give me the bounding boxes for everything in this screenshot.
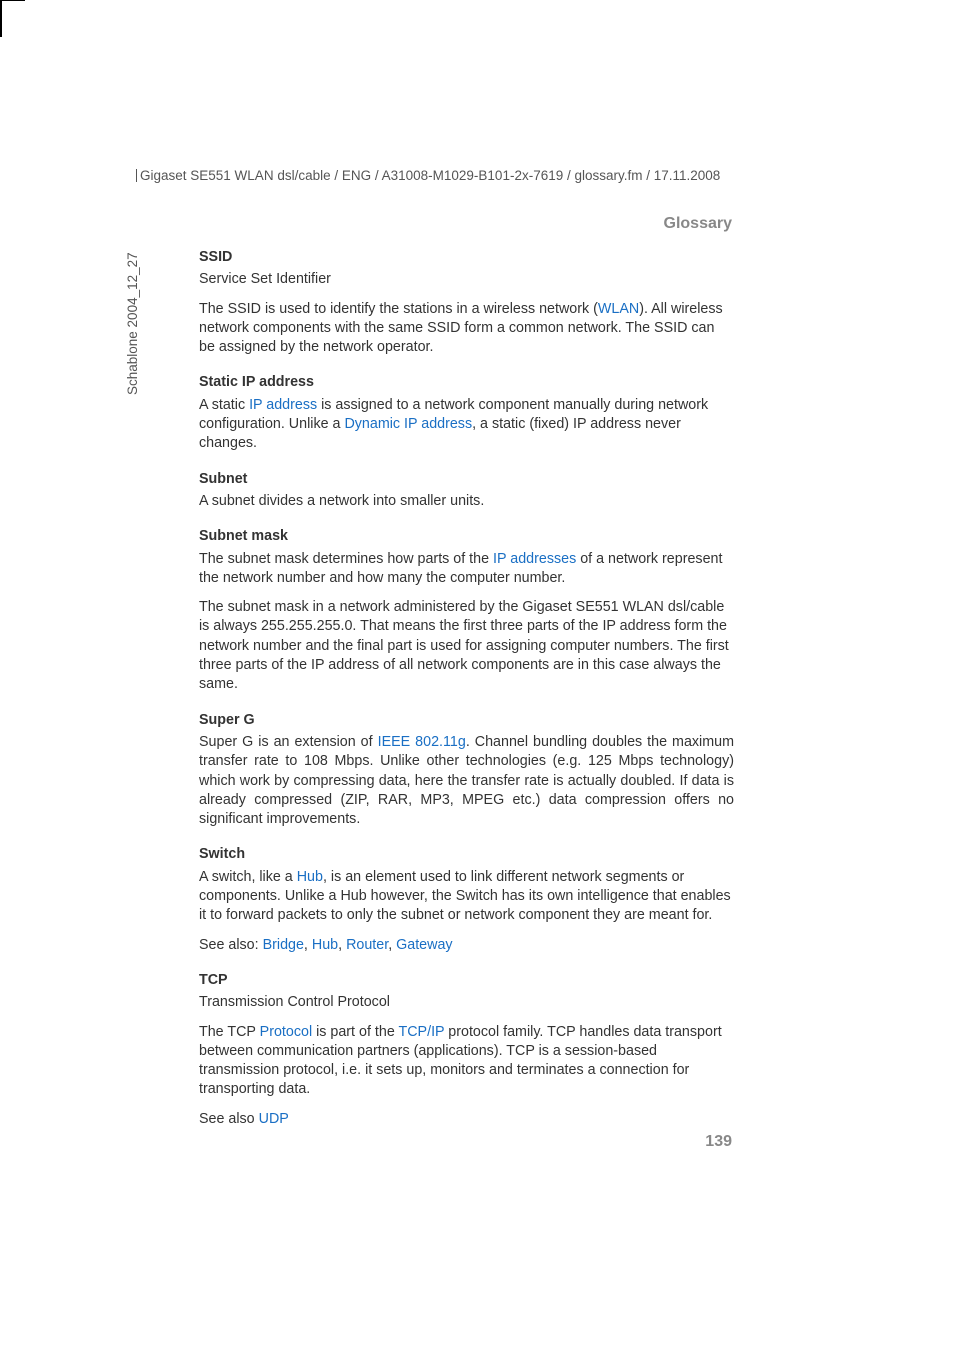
document-path: Gigaset SE551 WLAN dsl/cable / ENG / A31… xyxy=(140,168,720,183)
section-title: Glossary xyxy=(664,215,732,233)
term-subnet-mask: Subnet mask xyxy=(199,527,734,546)
link-hub[interactable]: Hub xyxy=(297,869,323,885)
term-subnet: Subnet xyxy=(199,470,734,489)
link-dynamic-ip[interactable]: Dynamic IP address xyxy=(344,416,472,432)
link-hub-2[interactable]: Hub xyxy=(312,937,338,953)
subnet-mask-body1: The subnet mask determines how parts of … xyxy=(199,550,734,589)
term-ssid: SSID xyxy=(199,248,734,267)
text: See also xyxy=(199,1111,259,1127)
text: , xyxy=(304,937,312,953)
link-udp[interactable]: UDP xyxy=(259,1111,289,1127)
ssid-subtitle: Service Set Identifier xyxy=(199,270,734,289)
switch-seealso: See also: Bridge, Hub, Router, Gateway xyxy=(199,936,734,955)
tcp-seealso: See also UDP xyxy=(199,1110,734,1129)
text: , xyxy=(388,937,396,953)
term-switch: Switch xyxy=(199,845,734,864)
link-bridge[interactable]: Bridge xyxy=(263,937,304,953)
text: is part of the xyxy=(312,1024,398,1040)
template-stamp: Schablone 2004_12_27 xyxy=(125,252,140,395)
text: A static xyxy=(199,397,249,413)
tcp-subtitle: Transmission Control Protocol xyxy=(199,993,734,1012)
static-ip-body: A static IP address is assigned to a net… xyxy=(199,396,734,454)
ssid-body: The SSID is used to identify the station… xyxy=(199,300,734,358)
tcp-body: The TCP Protocol is part of the TCP/IP p… xyxy=(199,1023,734,1100)
glossary-content: SSID Service Set Identifier The SSID is … xyxy=(199,248,734,1129)
super-g-body: Super G is an extension of IEEE 802.11g.… xyxy=(199,733,734,829)
crop-mark xyxy=(0,0,25,1)
term-static-ip: Static IP address xyxy=(199,373,734,392)
link-ip-address[interactable]: IP address xyxy=(249,397,317,413)
crop-mark xyxy=(0,25,2,37)
page-number: 139 xyxy=(705,1133,732,1151)
text: A switch, like a xyxy=(199,869,297,885)
subnet-mask-body2: The subnet mask in a network administere… xyxy=(199,598,734,694)
term-tcp: TCP xyxy=(199,971,734,990)
link-tcpip[interactable]: TCP/IP xyxy=(399,1024,445,1040)
term-super-g: Super G xyxy=(199,711,734,730)
text: Super G is an extension of xyxy=(199,734,378,750)
link-protocol[interactable]: Protocol xyxy=(260,1024,312,1040)
subnet-body: A subnet divides a network into smaller … xyxy=(199,492,734,511)
text: See also: xyxy=(199,937,263,953)
link-router[interactable]: Router xyxy=(346,937,388,953)
crop-mark xyxy=(0,13,2,25)
crop-mark xyxy=(0,1,2,13)
text: The TCP xyxy=(199,1024,260,1040)
link-ieee-80211g[interactable]: IEEE 802.11g xyxy=(378,734,466,750)
text: , xyxy=(338,937,346,953)
link-gateway[interactable]: Gateway xyxy=(396,937,452,953)
text: The SSID is used to identify the station… xyxy=(199,301,598,317)
link-wlan[interactable]: WLAN xyxy=(598,301,639,317)
switch-body: A switch, like a Hub, is an element used… xyxy=(199,868,734,926)
link-ip-addresses[interactable]: IP addresses xyxy=(493,551,576,567)
text: The subnet mask determines how parts of … xyxy=(199,551,493,567)
